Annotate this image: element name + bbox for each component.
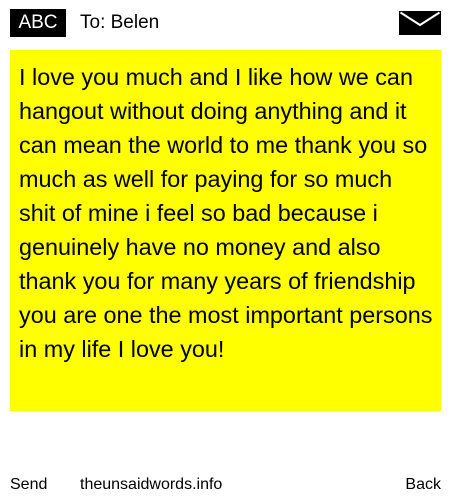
envelope-icon[interactable] [399,11,441,35]
back-link[interactable]: Back [405,470,441,500]
recipient-label: To: Belen [80,12,160,33]
send-link[interactable]: Send [10,470,47,500]
abc-badge[interactable]: ABC [10,9,66,37]
header: ABC To: Belen [0,0,450,46]
footer: Send theunsaidwords.info Back [0,470,450,500]
site-link[interactable]: theunsaidwords.info [80,470,222,500]
message-text: I love you much and I like how we can ha… [19,64,433,362]
message-card: I love you much and I like how we can ha… [10,50,441,411]
